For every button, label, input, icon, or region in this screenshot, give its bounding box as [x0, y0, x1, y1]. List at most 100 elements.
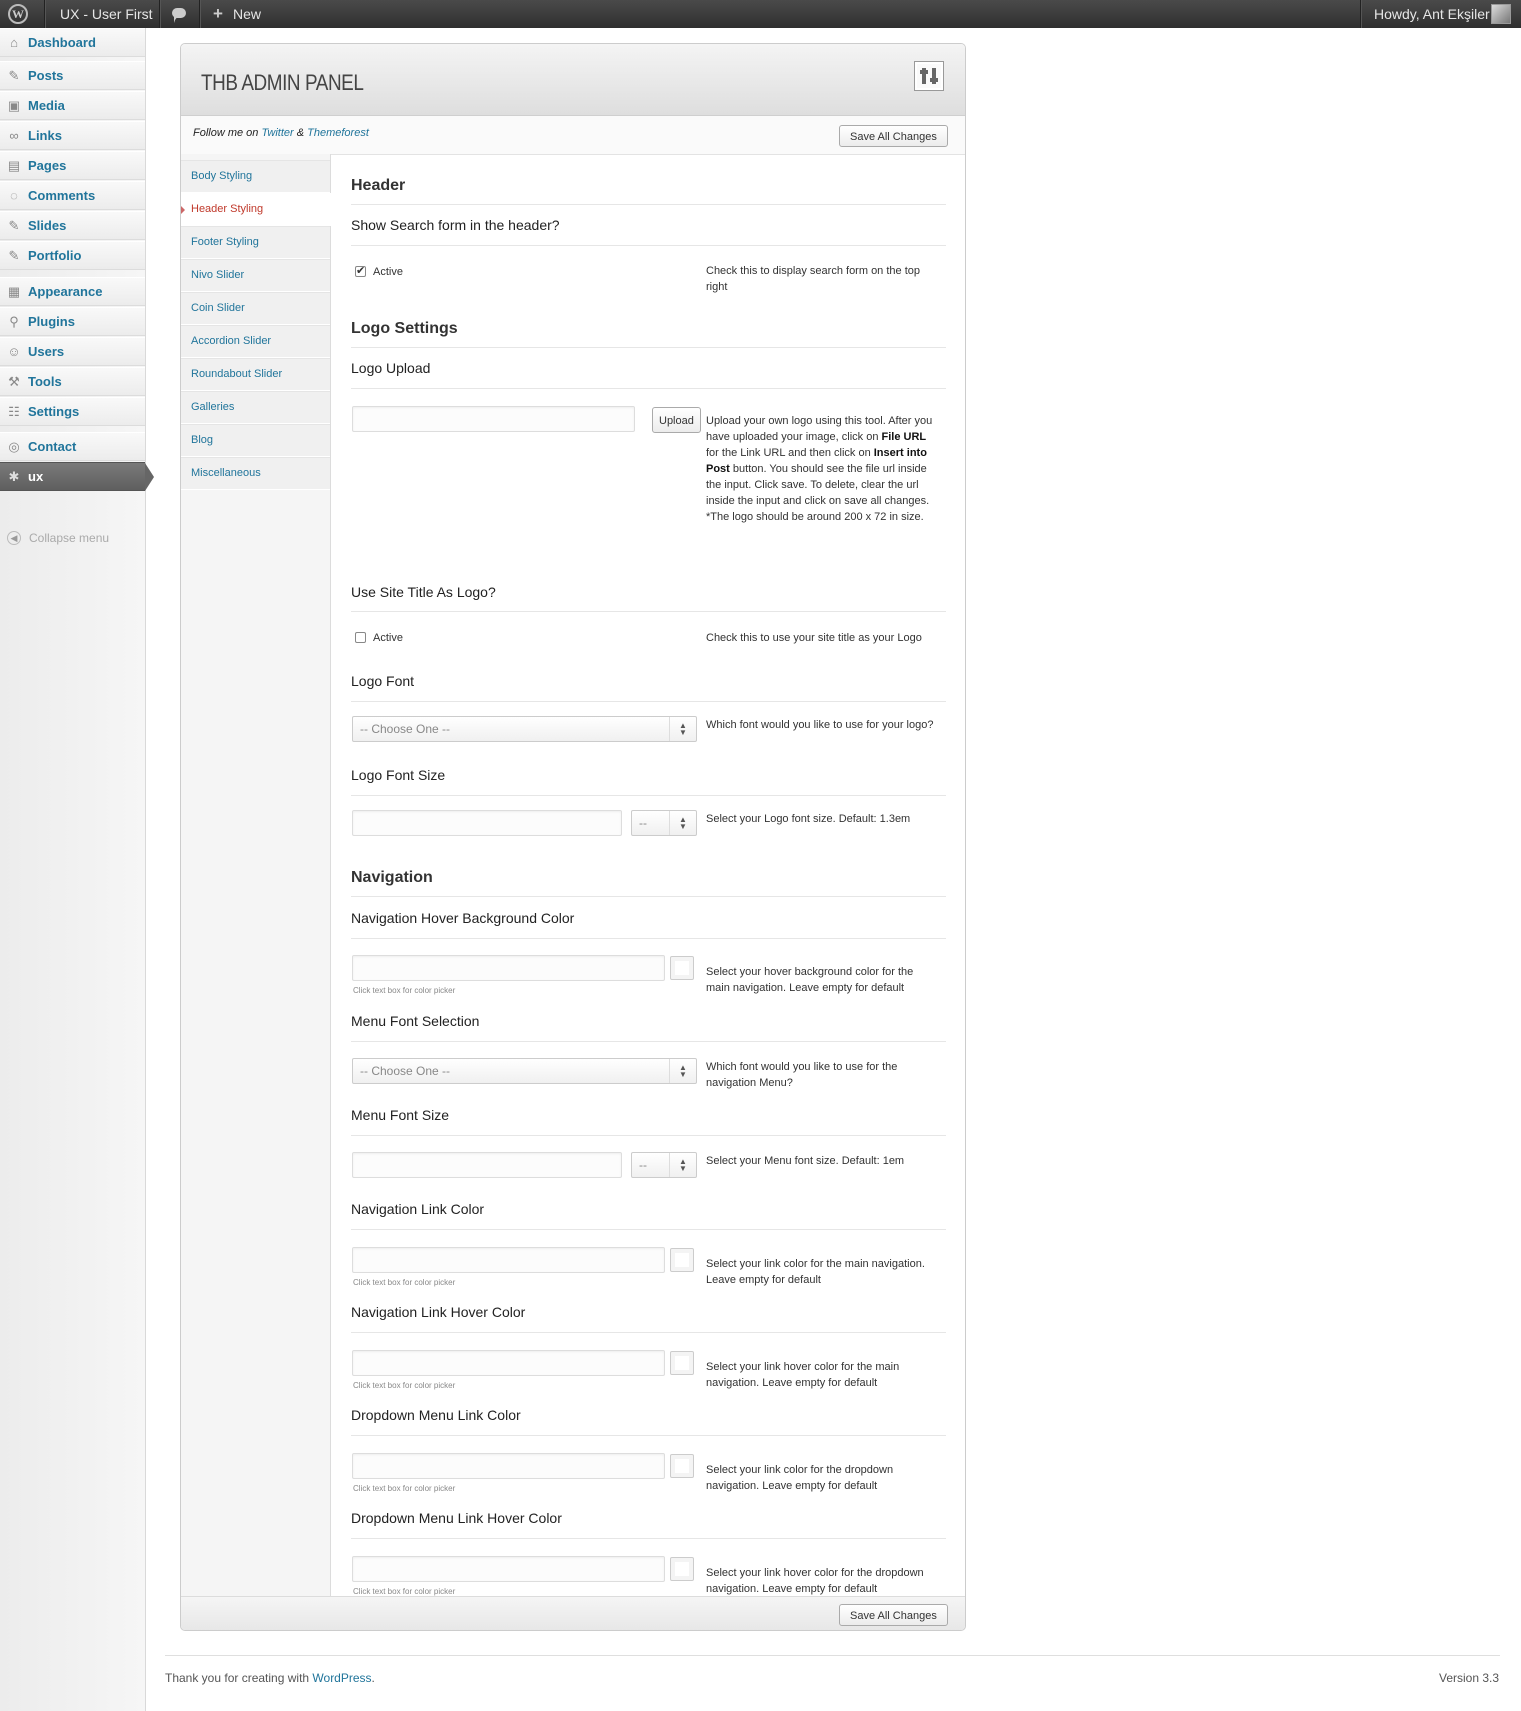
pages-icon: ▤ — [7, 158, 21, 173]
new-content-link[interactable]: New — [233, 0, 261, 28]
sidebar-item-label: Pages — [28, 158, 67, 173]
twitter-link[interactable]: Twitter — [261, 127, 293, 139]
save-all-changes-button[interactable]: Save All Changes — [839, 1604, 948, 1626]
pin-icon: ✎ — [8, 248, 20, 263]
sidebar-item-label: ux — [28, 469, 44, 484]
logo-font-select[interactable]: -- Choose One -- ▲ ▼ — [352, 716, 697, 742]
tab-blog[interactable]: Blog — [181, 424, 330, 457]
color-picker-hint: Click text box for color picker — [353, 1587, 456, 1596]
menu-font-select[interactable]: -- Choose One -- ▲ ▼ — [352, 1058, 697, 1084]
tab-galleries[interactable]: Galleries — [181, 391, 330, 424]
sidebar-item-tools[interactable]: ⚒ Tools — [0, 367, 145, 396]
wordpress-logo-icon[interactable]: W — [8, 4, 28, 24]
color-swatch[interactable] — [670, 1351, 694, 1375]
plugins-icon: ⚲ — [9, 314, 19, 329]
sidebar-item-label: Dashboard — [28, 35, 96, 50]
divider — [351, 896, 946, 897]
sidebar-item-media[interactable]: ▣ Media — [0, 91, 145, 120]
option-description: Check this to use your site title as you… — [706, 632, 922, 644]
section-title-logo-settings: Logo Settings — [351, 320, 458, 337]
sidebar-item-label: Contact — [28, 439, 77, 454]
sidebar-item-label: Users — [28, 344, 65, 359]
admin-bar-separator — [159, 0, 160, 28]
pin-icon: ✎ — [8, 68, 20, 83]
select-arrows-icon: ▲ ▼ — [669, 717, 696, 741]
dashboard-icon: ⌂ — [10, 35, 18, 50]
option-description: Select your hover background color for t… — [706, 966, 914, 994]
upload-button[interactable]: Upload — [652, 407, 701, 433]
sidebar-item-users[interactable]: ☺ Users — [0, 337, 145, 366]
footer-thanks: Thank you for creating with WordPress. — [165, 1671, 375, 1685]
sidebar-item-ux[interactable]: ✱ ux — [0, 462, 154, 491]
comments-icon[interactable] — [172, 8, 186, 23]
menu-font-size-input[interactable] — [352, 1152, 622, 1178]
logo-url-input[interactable] — [352, 406, 635, 432]
select-arrows-icon: ▲ ▼ — [669, 811, 696, 835]
site-name-link[interactable]: UX - User First — [60, 0, 153, 28]
howdy-user-link[interactable]: Howdy, Ant Ekşiler — [1374, 0, 1490, 28]
divider — [351, 1135, 946, 1136]
tab-miscellaneous[interactable]: Miscellaneous — [181, 457, 330, 490]
avatar[interactable] — [1491, 4, 1511, 24]
tab-nivo-slider[interactable]: Nivo Slider — [181, 259, 330, 292]
admin-panel: THB ADMIN PANEL Follow me on Twitter & T… — [180, 43, 966, 1631]
media-icon: ▣ — [7, 98, 21, 113]
nav-hover-bg-color-input[interactable] — [352, 955, 665, 981]
option-title-logo-font: Logo Font — [351, 673, 415, 689]
option-description: Check this to display search form on the… — [706, 265, 920, 293]
option-description: Select your link color for the dropdown … — [706, 1464, 894, 1492]
collapse-menu-button[interactable]: ◀ Collapse menu — [0, 528, 145, 550]
select-arrows-icon: ▲ ▼ — [669, 1059, 696, 1083]
nav-link-color-input[interactable] — [352, 1247, 665, 1273]
tab-body-styling[interactable]: Body Styling — [181, 160, 330, 193]
themeforest-link[interactable]: Themeforest — [307, 127, 369, 139]
sidebar-item-links[interactable]: ∞ Links — [0, 121, 145, 150]
tab-accordion-slider[interactable]: Accordion Slider — [181, 325, 330, 358]
sidebar-item-dashboard[interactable]: ⌂ Dashboard — [0, 28, 145, 57]
option-title-logo-upload: Logo Upload — [351, 360, 431, 376]
sidebar-item-label: Tools — [28, 374, 62, 389]
admin-bar-separator — [44, 0, 45, 28]
search-active-checkbox[interactable]: ✔ — [355, 266, 366, 277]
sidebar-item-label: Comments — [28, 188, 96, 203]
admin-bar-separator — [1360, 0, 1361, 28]
panel-toolbar: Follow me on Twitter & Themeforest Save … — [181, 116, 965, 155]
sidebar-item-comments[interactable]: ◌ Comments — [0, 181, 145, 210]
option-title-menu-font-size: Menu Font Size — [351, 1107, 450, 1123]
divider — [351, 1041, 946, 1042]
sidebar-item-contact[interactable]: ◎ Contact — [0, 432, 145, 461]
panel-header: THB ADMIN PANEL — [181, 44, 965, 116]
plus-icon[interactable]: + — [213, 0, 223, 28]
sidebar-item-appearance[interactable]: ▦ Appearance — [0, 277, 145, 306]
save-all-changes-button[interactable]: Save All Changes — [839, 125, 948, 147]
color-swatch[interactable] — [670, 1454, 694, 1478]
collapse-menu-label: Collapse menu — [29, 531, 110, 545]
sidebar-item-portfolio[interactable]: ✎ Portfolio — [0, 241, 145, 270]
tab-roundabout-slider[interactable]: Roundabout Slider — [181, 358, 330, 391]
sidebar-item-posts[interactable]: ✎ Posts — [0, 61, 145, 90]
dropdown-link-color-input[interactable] — [352, 1453, 665, 1479]
sidebar-item-pages[interactable]: ▤ Pages — [0, 151, 145, 180]
divider — [351, 938, 946, 939]
wordpress-link[interactable]: WordPress — [312, 1671, 371, 1685]
color-swatch[interactable] — [670, 1248, 694, 1272]
site-title-active-checkbox[interactable] — [355, 632, 366, 643]
option-description: Upload your own logo using this tool. Af… — [706, 415, 933, 523]
dropdown-link-hover-color-input[interactable] — [352, 1556, 665, 1582]
tab-footer-styling[interactable]: Footer Styling — [181, 226, 330, 259]
sidebar-item-label: Media — [28, 98, 65, 113]
sidebar-item-settings[interactable]: ☷ Settings — [0, 397, 145, 426]
menu-font-size-unit-select[interactable]: -- ▲ ▼ — [631, 1152, 697, 1178]
logo-font-size-unit-select[interactable]: -- ▲ ▼ — [631, 810, 697, 836]
appearance-icon: ▦ — [7, 284, 21, 299]
sidebar-item-slides[interactable]: ✎ Slides — [0, 211, 145, 240]
color-swatch[interactable] — [670, 956, 694, 980]
logo-font-size-input[interactable] — [352, 810, 622, 836]
tab-coin-slider[interactable]: Coin Slider — [181, 292, 330, 325]
color-swatch[interactable] — [670, 1557, 694, 1581]
sidebar-item-plugins[interactable]: ⚲ Plugins — [0, 307, 145, 336]
nav-link-hover-color-input[interactable] — [352, 1350, 665, 1376]
tab-header-styling[interactable]: Header Styling — [181, 193, 331, 226]
collapse-arrow-icon: ◀ — [7, 531, 21, 545]
link-icon: ∞ — [9, 128, 19, 143]
